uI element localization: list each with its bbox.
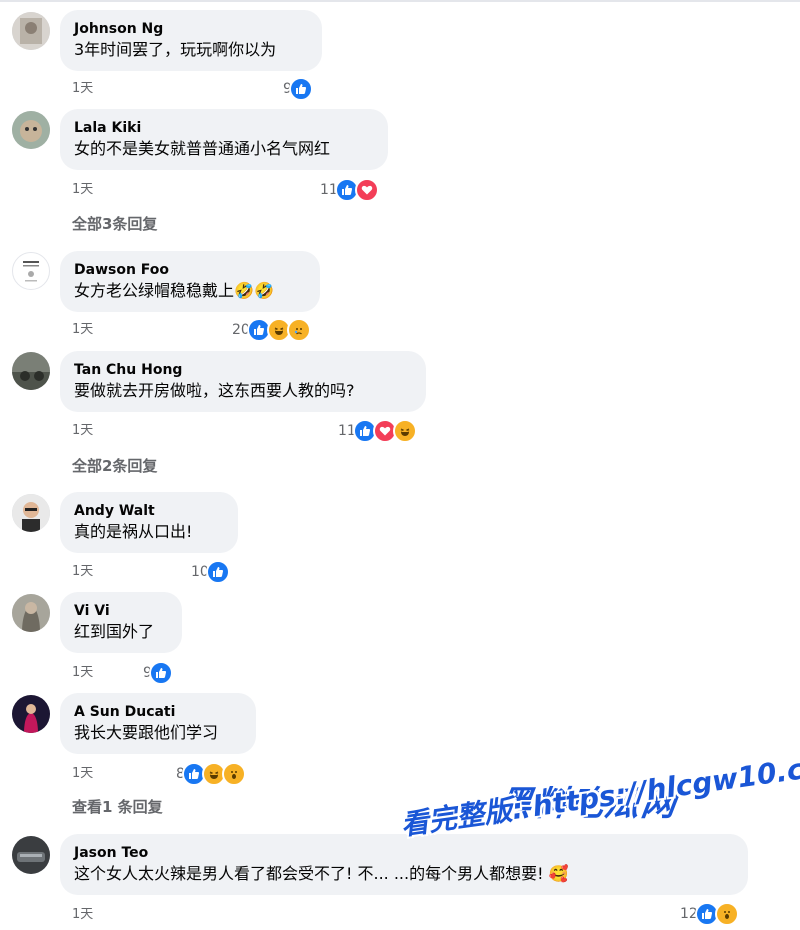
comment-text-body: 女方老公绿帽稳稳戴上: [74, 281, 235, 300]
like-icon: [288, 77, 313, 101]
comment-bubble: A Sun Ducati 我长大要跟他们学习: [60, 693, 256, 754]
comment-author[interactable]: Vi Vi: [74, 601, 168, 621]
comment-author[interactable]: Jason Teo: [74, 843, 734, 863]
reaction-summary[interactable]: 9: [143, 661, 173, 685]
comment-text-body: 这个女人太火辣是男人看了都会受不了! 不... ...的每个男人都想要!: [74, 864, 544, 883]
avatar[interactable]: [12, 594, 50, 632]
avatar[interactable]: [12, 494, 50, 532]
comment-author[interactable]: A Sun Ducati: [74, 702, 242, 722]
like-icon: [205, 560, 230, 584]
reaction-summary[interactable]: 9: [283, 77, 313, 101]
wow-icon: [221, 762, 246, 786]
comment-time[interactable]: 1天: [72, 906, 93, 924]
comment-text: 这个女人太火辣是男人看了都会受不了! 不... ...的每个男人都想要! 🥰: [74, 863, 734, 885]
comment-author[interactable]: Tan Chu Hong: [74, 360, 412, 380]
comment-time[interactable]: 1天: [72, 181, 93, 199]
smiling-hearts-emoji-icon: 🥰: [548, 864, 569, 883]
view-replies-link[interactable]: 查看1 条回复: [72, 796, 163, 817]
comment-text: 红到国外了: [74, 622, 155, 641]
watermark-url: 看完整版: https://hlcgw10.com: [398, 745, 800, 842]
comment-bubble: Vi Vi 红到国外了: [60, 592, 182, 653]
comment-bubble: Tan Chu Hong 要做就去开房做啦，这东西要人教的吗?: [60, 351, 426, 412]
avatar[interactable]: [12, 252, 50, 290]
comment-time[interactable]: 1天: [72, 563, 93, 581]
comment-time[interactable]: 1天: [72, 321, 93, 339]
love-icon: [354, 178, 379, 202]
wow-icon: [714, 902, 739, 926]
view-replies-link[interactable]: 全部3条回复: [72, 213, 157, 234]
view-replies-link[interactable]: 全部2条回复: [72, 455, 157, 476]
comment-text: 要做就去开房做啦，这东西要人教的吗?: [74, 381, 355, 400]
avatar[interactable]: [12, 352, 50, 390]
comment-time[interactable]: 1天: [72, 422, 93, 440]
haha-icon: [392, 419, 417, 443]
avatar[interactable]: [12, 695, 50, 733]
comment-author[interactable]: Johnson Ng: [74, 19, 308, 39]
top-divider: [0, 0, 800, 2]
reaction-summary[interactable]: 11: [320, 178, 379, 202]
comment-time[interactable]: 1天: [72, 80, 93, 98]
comment-author[interactable]: Andy Walt: [74, 501, 224, 521]
rofl-emoji-icon: 🤣🤣: [234, 281, 274, 300]
comment-bubble: Lala Kiki 女的不是美女就普普通通小名气网红: [60, 109, 388, 170]
like-icon: [148, 661, 173, 685]
comment-time[interactable]: 1天: [72, 765, 93, 783]
avatar[interactable]: [12, 111, 50, 149]
comment-bubble: Dawson Foo 女方老公绿帽稳稳戴上🤣🤣: [60, 251, 320, 312]
comment-bubble: Andy Walt 真的是祸从口出!: [60, 492, 238, 553]
avatar[interactable]: [12, 12, 50, 50]
reaction-summary[interactable]: 20: [232, 318, 311, 342]
comment-author[interactable]: Lala Kiki: [74, 118, 374, 138]
avatar[interactable]: [12, 836, 50, 874]
comment-text: 女方老公绿帽稳稳戴上🤣🤣: [74, 280, 306, 302]
comment-bubble: Johnson Ng 3年时间罢了，玩玩啊你以为: [60, 10, 322, 71]
comment-text: 真的是祸从口出!: [74, 522, 193, 541]
comment-text: 3年时间罢了，玩玩啊你以为: [74, 40, 277, 59]
reaction-summary[interactable]: 12: [680, 902, 739, 926]
comment-text: 女的不是美女就普普通通小名气网红: [74, 139, 331, 158]
reaction-summary[interactable]: 8: [176, 762, 246, 786]
comment-author[interactable]: Dawson Foo: [74, 260, 306, 280]
sad-icon: [286, 318, 311, 342]
reaction-summary[interactable]: 10: [191, 560, 230, 584]
comment-time[interactable]: 1天: [72, 664, 93, 682]
comment-text: 我长大要跟他们学习: [74, 723, 219, 742]
reaction-summary[interactable]: 11: [338, 419, 417, 443]
